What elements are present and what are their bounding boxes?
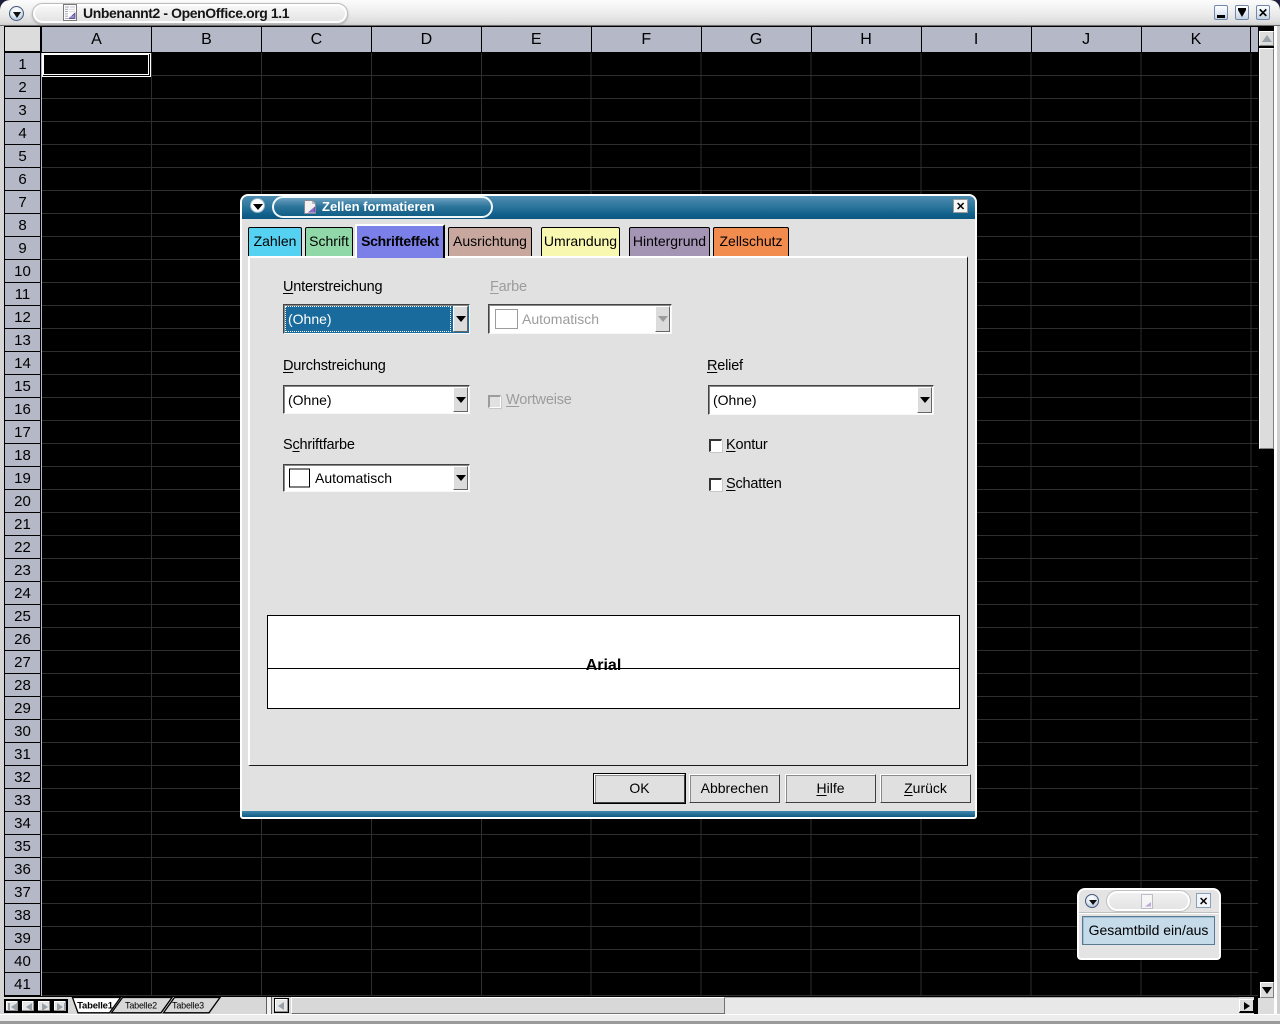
svg-text:Tabelle3: Tabelle3 bbox=[172, 1001, 204, 1011]
svg-text:Tabelle1: Tabelle1 bbox=[77, 1001, 114, 1012]
svg-text:Tabelle2: Tabelle2 bbox=[125, 1001, 157, 1011]
